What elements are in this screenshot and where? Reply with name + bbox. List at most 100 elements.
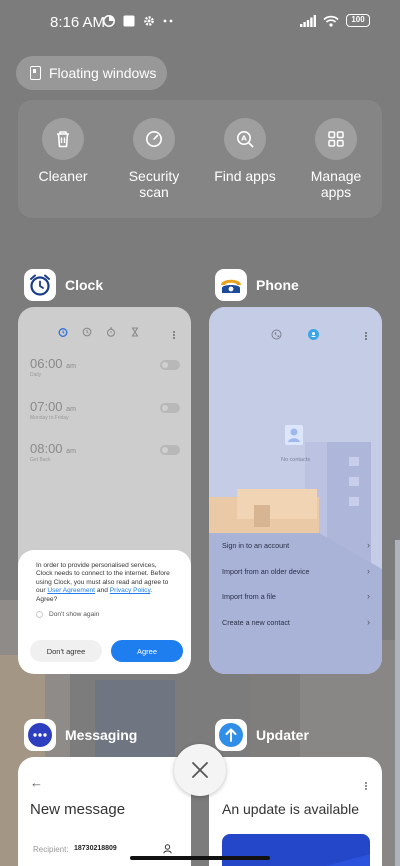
messaging-app-header[interactable]: Messaging [24,719,137,751]
alarm-time: 08:00 [30,441,63,456]
alarm-item[interactable]: 08:00 am Get Back [30,441,180,463]
signal-icon [300,14,316,27]
alarm-tab-icon[interactable] [58,327,68,337]
manage-apps-button[interactable]: Manage apps [291,118,381,200]
chevron-right-icon: › [367,540,370,550]
close-icon [192,762,208,778]
square-status-icon [123,15,135,27]
alarm-toggle[interactable] [160,403,180,413]
updater-app-name: Updater [256,727,309,743]
timer-tab-icon[interactable] [130,327,140,337]
home-indicator[interactable] [130,856,270,860]
updater-app-card[interactable]: An update is available [209,757,382,866]
update-available-title: An update is available [222,801,359,817]
user-agreement-link[interactable]: User Agreement [47,587,95,594]
clock-app-card[interactable]: 06:00 am Daily 07:00 am Monday to Friday… [18,307,191,674]
alarm-toggle[interactable] [160,445,180,455]
checkbox-icon [36,611,43,619]
quick-actions-panel: Cleaner Security scan A Find apps Manage… [18,100,382,218]
status-notification-icons [103,15,173,27]
phone-app-card[interactable]: No contacts Sign in to an account › Impor… [209,307,382,674]
consent-dialog: In order to provide personalised service… [18,550,191,674]
back-arrow-icon[interactable]: ← [30,775,43,790]
messaging-app-icon [24,719,56,751]
more-dots-icon [163,19,173,23]
clock-app-header[interactable]: Clock [24,269,103,301]
recipient-label: Recipient: [33,845,69,854]
manage-apps-label: Manage apps [310,168,362,200]
svg-text:A: A [241,135,247,143]
trash-icon [42,118,84,160]
floating-windows-label: Floating windows [49,65,157,81]
alarm-toggle[interactable] [160,360,180,370]
alarm-ampm: am [66,406,76,413]
updater-app-header[interactable]: Updater [215,719,309,751]
sign-in-account-item[interactable]: Sign in to an account › [209,533,382,559]
updater-more-icon[interactable] [364,781,368,791]
floating-window-icon [30,66,41,80]
updater-app-icon [215,719,247,751]
alarm-repeat: Get Back [30,457,51,463]
consent-and: and [96,587,108,595]
cleaner-label: Cleaner [38,168,88,184]
import-older-device-item[interactable]: Import from an older device › [209,559,382,585]
cleaner-button[interactable]: Cleaner [18,118,108,184]
update-logo-graphic [325,854,370,866]
menu-label: Create a new contact [222,617,290,627]
new-message-title: New message [30,801,126,818]
clock-app-name: Clock [65,277,104,293]
find-apps-icon: A [224,118,266,160]
alarm-time: 06:00 [30,356,63,371]
dialog-buttons: Don't agree Agree [30,640,183,662]
menu-label: Sign in to an account [222,541,290,551]
find-apps-button[interactable]: A Find apps [200,118,290,184]
alarm-item[interactable]: 06:00 am Daily [30,356,180,378]
alarm-repeat: Monday to Friday [30,415,69,421]
floating-windows-button[interactable]: Floating windows [16,56,167,90]
consent-text: In order to provide personalised service… [36,562,173,604]
alarm-ampm: am [66,448,76,455]
wifi-icon [323,15,339,27]
messaging-app-name: Messaging [65,727,138,743]
recipient-value: 18730218809 [74,845,117,852]
chevron-right-icon: › [367,565,370,576]
gear-icon [144,16,154,26]
pie-status-icon [103,15,115,27]
call-history-tab-icon[interactable] [271,329,282,340]
status-time: 8:16 AM [50,14,106,31]
phone-app-icon [215,269,247,301]
clock-more-icon[interactable] [172,330,176,340]
alarm-time: 07:00 [30,399,63,414]
no-contacts-label: No contacts [280,457,311,463]
phone-app-header[interactable]: Phone [215,269,299,301]
update-banner [222,834,370,866]
dont-show-again-checkbox[interactable]: Don't show again [36,611,173,619]
phone-options-list: Sign in to an account › Import from an ol… [209,533,382,635]
stopwatch-tab-icon[interactable] [106,327,116,337]
create-contact-item[interactable]: Create a new contact › [209,610,382,636]
contacts-tab-icon[interactable] [308,329,319,340]
security-scan-button[interactable]: Security scan [109,118,199,200]
alarm-item[interactable]: 07:00 am Monday to Friday [30,399,180,421]
phone-more-icon[interactable] [364,331,368,341]
security-scan-label: Security scan [128,168,180,200]
phone-app-name: Phone [256,277,299,293]
world-clock-tab-icon[interactable] [82,327,92,337]
battery-indicator: 100 [346,14,370,27]
menu-label: Import from an older device [222,566,310,576]
contact-picker-icon[interactable] [163,844,172,854]
security-icon [133,118,175,160]
clock-app-icon [24,269,56,301]
privacy-policy-link[interactable]: Privacy Policy [110,587,151,594]
grid-icon [315,118,357,160]
messaging-app-card[interactable]: ← New message Recipient: 18730218809 [18,757,191,866]
find-apps-label: Find apps [214,168,276,184]
dont-agree-button[interactable]: Don't agree [30,640,102,662]
clear-all-button[interactable] [174,744,226,796]
agree-button[interactable]: Agree [111,640,183,662]
alarm-repeat: Daily [30,372,42,378]
dont-show-again-label: Don't show again [49,611,100,619]
alarm-ampm: am [66,363,76,370]
import-from-file-item[interactable]: Import from a file › [209,584,382,610]
menu-label: Import from a file [222,592,276,602]
